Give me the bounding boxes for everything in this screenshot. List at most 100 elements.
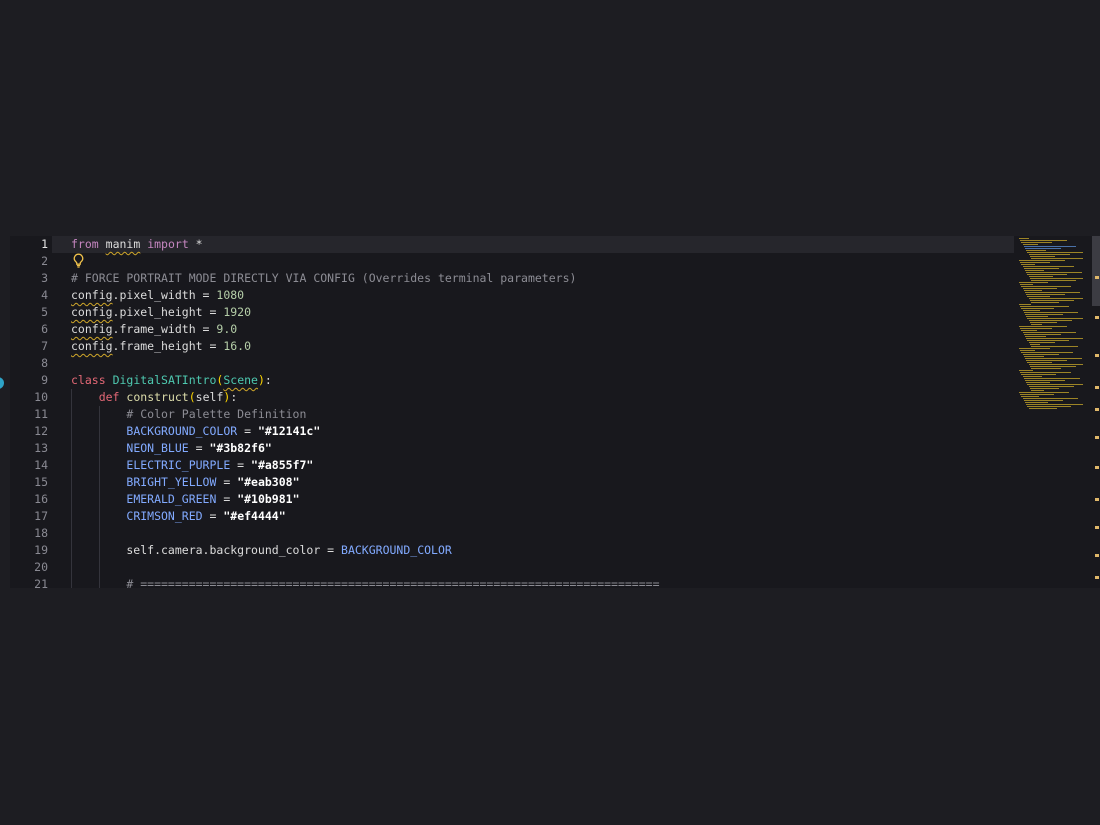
code-line[interactable]: CRIMSON_RED = "#ef4444" <box>71 508 285 525</box>
lightbulb-icon <box>73 253 83 268</box>
minimap-line <box>1022 332 1076 333</box>
minimap-line <box>1025 292 1080 293</box>
minimap-line <box>1031 258 1083 259</box>
minimap-line <box>1019 260 1065 261</box>
line-number[interactable]: 9 <box>10 372 48 389</box>
minimap-line <box>1031 280 1076 281</box>
line-number[interactable]: 8 <box>10 355 48 372</box>
line-number[interactable]: 7 <box>10 338 48 355</box>
lightbulb-icon[interactable] <box>71 253 85 270</box>
scrollbar-marker <box>1095 526 1099 529</box>
code-area[interactable]: from manim import * # FORCE PORTRAIT MOD… <box>71 236 1021 588</box>
line-number[interactable]: 3 <box>10 270 48 287</box>
minimap-line <box>1020 328 1053 329</box>
minimap-line <box>1031 390 1044 391</box>
minimap[interactable] <box>1019 236 1085 588</box>
line-number[interactable]: 19 <box>10 542 48 559</box>
code-line[interactable]: config.pixel_height = 1920 <box>71 304 251 321</box>
minimap-line <box>1021 264 1036 265</box>
scrollbar-marker <box>1095 554 1099 557</box>
minimap-line <box>1028 276 1053 277</box>
line-number[interactable]: 21 <box>10 576 48 588</box>
line-number[interactable]: 13 <box>10 440 48 457</box>
code-line[interactable]: ELECTRIC_PURPLE = "#a855f7" <box>71 457 313 474</box>
code-line[interactable]: config.frame_height = 16.0 <box>71 338 251 355</box>
minimap-line <box>1022 266 1074 267</box>
scrollbar-thumb[interactable] <box>1092 236 1100 306</box>
line-number-gutter[interactable]: 1 2 3 4 5 6 7 8 9 10 11 12 13 14 15 16 1… <box>10 236 52 588</box>
code-line[interactable]: config.pixel_width = 1080 <box>71 287 244 304</box>
minimap-line <box>1022 398 1078 399</box>
minimap-line <box>1020 372 1072 373</box>
code-line[interactable]: class DigitalSATIntro(Scene): <box>71 372 272 389</box>
line-number[interactable]: 1 <box>10 236 48 253</box>
line-number[interactable]: 16 <box>10 491 48 508</box>
line-number[interactable]: 6 <box>10 321 48 338</box>
line-number[interactable]: 10 <box>10 389 48 406</box>
minimap-line <box>1022 376 1042 377</box>
line-number[interactable]: 11 <box>10 406 48 423</box>
minimap-line <box>1020 262 1051 263</box>
minimap-line <box>1026 382 1051 383</box>
minimap-line <box>1021 396 1040 397</box>
minimap-line <box>1026 316 1049 317</box>
minimap-line <box>1022 310 1040 311</box>
minimap-line <box>1029 256 1055 257</box>
line-number[interactable]: 5 <box>10 304 48 321</box>
line-number[interactable]: 14 <box>10 457 48 474</box>
minimap-line <box>1020 350 1036 351</box>
minimap-line <box>1019 238 1029 239</box>
code-line[interactable]: from manim import * <box>71 236 203 253</box>
vertical-scrollbar[interactable] <box>1092 236 1100 588</box>
minimap-line <box>1021 286 1072 287</box>
line-number[interactable]: 20 <box>10 559 48 576</box>
minimap-line <box>1029 300 1074 301</box>
line-number[interactable]: 18 <box>10 525 48 542</box>
minimap-line <box>1025 270 1044 271</box>
minimap-line <box>1020 284 1034 285</box>
minimap-line <box>1019 392 1069 393</box>
minimap-line <box>1027 318 1083 319</box>
minimap-line <box>1031 302 1059 303</box>
code-line[interactable]: # Color Palette Definition <box>71 406 306 423</box>
code-line[interactable]: BACKGROUND_COLOR = "#12141c" <box>71 423 320 440</box>
code-line[interactable]: self.camera.background_color = BACKGROUN… <box>71 542 451 559</box>
code-line[interactable]: EMERALD_GREEN = "#10b981" <box>71 491 299 508</box>
code-line[interactable]: BRIGHT_YELLOW = "#eab308" <box>71 474 299 491</box>
minimap-line <box>1031 346 1078 347</box>
minimap-line <box>1029 322 1057 323</box>
code-line[interactable]: # ======================================… <box>71 576 659 588</box>
minimap-line <box>1022 354 1059 355</box>
minimap-line <box>1028 298 1083 299</box>
minimap-line <box>1026 250 1047 251</box>
minimap-line <box>1023 246 1076 247</box>
line-number[interactable]: 4 <box>10 287 48 304</box>
minimap-line <box>1022 288 1057 289</box>
minimap-line <box>1020 306 1070 307</box>
code-line[interactable]: config.frame_width = 9.0 <box>71 321 237 338</box>
minimap-line <box>1028 254 1070 255</box>
minimap-line <box>1022 244 1038 245</box>
code-line[interactable]: NEON_BLUE = "#3b82f6" <box>71 440 271 457</box>
scrollbar-marker <box>1095 354 1099 357</box>
line-number[interactable]: 17 <box>10 508 48 525</box>
minimap-line <box>1023 334 1061 335</box>
scrollbar-marker <box>1095 386 1099 389</box>
minimap-line <box>1020 240 1068 241</box>
scrollbar-marker <box>1095 408 1099 411</box>
minimap-line <box>1023 356 1044 357</box>
line-number[interactable]: 15 <box>10 474 48 491</box>
minimap-line <box>1025 358 1082 359</box>
minimap-line <box>1019 326 1067 327</box>
minimap-line <box>1028 342 1055 343</box>
code-line[interactable]: # FORCE PORTRAIT MODE DIRECTLY VIA CONFI… <box>71 270 576 287</box>
minimap-line <box>1027 274 1068 275</box>
minimap-line <box>1023 268 1059 269</box>
line-number[interactable]: 2 <box>10 253 48 270</box>
code-editor[interactable]: 1 2 3 4 5 6 7 8 9 10 11 12 13 14 15 16 1… <box>10 236 1100 588</box>
code-line[interactable]: def construct(self): <box>71 389 238 406</box>
scrollbar-marker <box>1095 316 1099 319</box>
breakpoint-marker <box>0 377 4 389</box>
minimap-line <box>1027 252 1083 253</box>
line-number[interactable]: 12 <box>10 423 48 440</box>
